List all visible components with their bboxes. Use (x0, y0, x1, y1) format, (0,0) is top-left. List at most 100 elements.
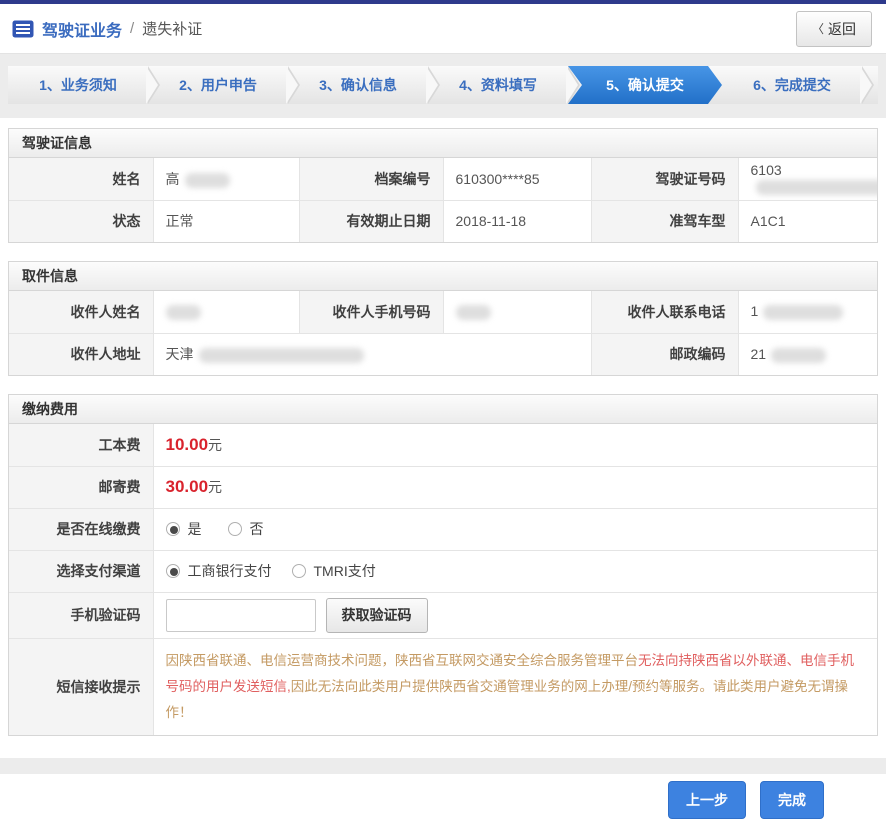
field-value-work-fee: 10.00元 (153, 424, 877, 466)
table-row: 选择支付渠道 工商银行支付 TMRI支付 (9, 550, 877, 592)
step-label: 2、用户申告 (179, 75, 257, 95)
radio-label[interactable]: 是 (188, 519, 202, 539)
redaction-blur (199, 348, 364, 363)
field-value-name: 高 (153, 158, 299, 200)
table-row: 短信接收提示 因陕西省联通、电信运营商技术问题，陕西省互联网交通安全综合服务管理… (9, 638, 877, 735)
radio-option-icbc[interactable]: 工商银行支付 (166, 561, 272, 581)
chevron-left-icon: 〈 (812, 20, 824, 37)
table-row: 邮寄费 30.00元 (9, 466, 877, 508)
field-label-recipient-mobile: 收件人手机号码 (299, 291, 443, 333)
field-value-postal-code: 21 (738, 333, 877, 375)
finish-button[interactable]: 完成 (760, 781, 824, 819)
radio-button-unchecked-icon[interactable] (228, 522, 242, 536)
table-row: 工本费 10.00元 (9, 424, 877, 466)
field-label-expiry-date: 有效期止日期 (299, 200, 443, 242)
step-6-complete-submit: 6、完成提交 (722, 66, 862, 104)
field-label-sms-code: 手机验证码 (9, 592, 153, 638)
field-value-recipient-name (153, 291, 299, 333)
section-pickup-info: 取件信息 收件人姓名 收件人手机号码 收件人联系电话 1 收件人地址 天津 邮政… (8, 261, 878, 376)
section-title-pickup: 取件信息 (9, 262, 877, 291)
table-row: 收件人姓名 收件人手机号码 收件人联系电话 1 (9, 291, 877, 333)
value-text: 正常 (166, 213, 194, 229)
radio-option-tmri[interactable]: TMRI支付 (292, 561, 376, 581)
get-sms-code-button[interactable]: 获取验证码 (326, 598, 428, 633)
field-value-vehicle-class: A1C1 (738, 200, 877, 242)
value-text: A1C1 (751, 213, 786, 229)
value-text: 610300****85 (456, 171, 540, 187)
field-value-recipient-address: 天津 (153, 333, 591, 375)
radio-option-no[interactable]: 否 (228, 519, 264, 539)
value-text: 6103 (751, 162, 782, 178)
field-label-license-number: 驾驶证号码 (591, 158, 738, 200)
value-text: 高 (166, 171, 180, 187)
step-label: 1、业务须知 (39, 75, 117, 95)
field-value-sms-tip: 因陕西省联通、电信运营商技术问题，陕西省互联网交通安全综合服务管理平台无法向持陕… (153, 638, 877, 735)
step-3-confirm-info: 3、确认信息 (288, 66, 428, 104)
field-label-sms-tip: 短信接收提示 (9, 638, 153, 735)
field-value-mail-fee: 30.00元 (153, 466, 877, 508)
step-label: 3、确认信息 (319, 75, 397, 95)
back-button-label: 返回 (828, 19, 856, 39)
field-label-online-payment: 是否在线缴费 (9, 508, 153, 550)
field-label-mail-fee: 邮寄费 (9, 466, 153, 508)
footer-action-bar: 上一步 完成 (0, 774, 886, 826)
redaction-blur (763, 305, 843, 320)
field-value-payment-channel: 工商银行支付 TMRI支付 (153, 550, 877, 592)
radio-label[interactable]: 工商银行支付 (188, 561, 272, 581)
breadcrumb: 驾驶证业务 / 遗失补证 (12, 17, 202, 41)
section-title-fees: 缴纳费用 (9, 395, 877, 424)
field-value-expiry-date: 2018-11-18 (443, 200, 591, 242)
sms-tip-text: 因陕西省联通、电信运营商技术问题，陕西省互联网交通安全综合服务管理平台 (166, 653, 639, 668)
work-fee-amount: 10.00 (166, 435, 209, 454)
step-1-business-notice: 1、业务须知 (8, 66, 148, 104)
main-content: 驾驶证信息 姓名 高 档案编号 610300****85 驾驶证号码 6103 … (0, 118, 886, 758)
field-label-recipient-name: 收件人姓名 (9, 291, 153, 333)
step-5-confirm-submit: 5、确认提交 (568, 66, 722, 104)
page-subtitle: 遗失补证 (142, 18, 202, 39)
wizard-steps: 1、业务须知 2、用户申告 3、确认信息 4、资料填写 5、确认提交 6、完成提… (8, 66, 878, 104)
step-label: 5、确认提交 (606, 75, 684, 95)
license-info-table: 姓名 高 档案编号 610300****85 驾驶证号码 6103 状态 正常 … (9, 158, 877, 242)
sms-code-input[interactable] (166, 599, 316, 632)
field-value-online-payment: 是 否 (153, 508, 877, 550)
value-text: 21 (751, 346, 767, 362)
step-2-user-declaration: 2、用户申告 (148, 66, 288, 104)
page-title: 驾驶证业务 (42, 17, 122, 41)
field-value-license-number: 6103 (738, 158, 877, 200)
work-fee-unit: 元 (208, 437, 222, 453)
field-label-payment-channel: 选择支付渠道 (9, 550, 153, 592)
back-button[interactable]: 〈 返回 (796, 11, 872, 47)
redaction-blur (166, 305, 201, 320)
field-value-file-number: 610300****85 (443, 158, 591, 200)
radio-option-yes[interactable]: 是 (166, 519, 202, 539)
field-label-work-fee: 工本费 (9, 424, 153, 466)
table-row: 手机验证码 获取验证码 (9, 592, 877, 638)
field-label-postal-code: 邮政编码 (591, 333, 738, 375)
field-label-file-number: 档案编号 (299, 158, 443, 200)
fees-table: 工本费 10.00元 邮寄费 30.00元 是否在线缴费 是 (9, 424, 877, 735)
field-value-status: 正常 (153, 200, 299, 242)
value-text: 1 (751, 303, 759, 319)
table-row: 状态 正常 有效期止日期 2018-11-18 准驾车型 A1C1 (9, 200, 877, 242)
radio-button-unchecked-icon[interactable] (292, 564, 306, 578)
radio-button-checked-icon[interactable] (166, 522, 180, 536)
field-value-sms-code: 获取验证码 (153, 592, 877, 638)
mail-fee-amount: 30.00 (166, 477, 209, 496)
mail-fee-unit: 元 (208, 479, 222, 495)
radio-label[interactable]: 否 (250, 519, 264, 539)
table-row: 姓名 高 档案编号 610300****85 驾驶证号码 6103 (9, 158, 877, 200)
redaction-blur (456, 305, 491, 320)
value-text: 天津 (166, 346, 194, 362)
previous-step-button[interactable]: 上一步 (668, 781, 746, 819)
step-label: 6、完成提交 (753, 75, 831, 95)
step-label: 4、资料填写 (459, 75, 537, 95)
field-label-status: 状态 (9, 200, 153, 242)
table-row: 是否在线缴费 是 否 (9, 508, 877, 550)
form-icon (12, 20, 34, 38)
radio-label[interactable]: TMRI支付 (314, 561, 376, 581)
value-text: 2018-11-18 (456, 213, 527, 229)
field-label-recipient-address: 收件人地址 (9, 333, 153, 375)
radio-button-checked-icon[interactable] (166, 564, 180, 578)
page-header: 驾驶证业务 / 遗失补证 〈 返回 (0, 4, 886, 54)
redaction-blur (185, 173, 230, 188)
